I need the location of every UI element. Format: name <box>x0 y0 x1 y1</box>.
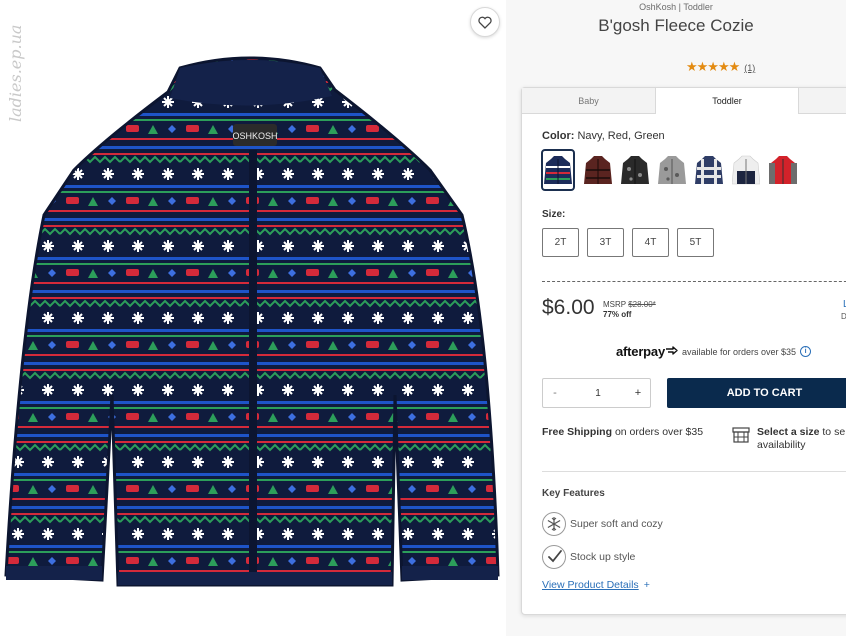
info-icon[interactable]: i <box>800 346 812 357</box>
selected-color-name: Navy, Red, Green <box>577 130 665 142</box>
product-title: B'gosh Fleece Cozie <box>598 16 754 35</box>
tab-next[interactable] <box>799 88 846 114</box>
msrp-label: MSRP <box>603 300 626 309</box>
key-features-heading: Key Features <box>542 488 605 499</box>
jacket-logo-label: OSHKOSH <box>232 131 277 141</box>
msrp-price: $28.00* <box>628 300 656 309</box>
jacket-thumbnail-icon <box>695 156 723 184</box>
shipping-info: Free Shipping on orders over $35 <box>542 426 703 438</box>
divider <box>542 281 846 282</box>
expand-plus-icon: + <box>643 579 650 591</box>
jacket-thumbnail-icon <box>658 156 686 184</box>
tab-baby[interactable]: Baby <box>522 88 655 114</box>
divider <box>542 471 846 472</box>
jacket-thumbnail-icon <box>732 155 760 185</box>
feature-text: Super soft and cozy <box>570 518 663 530</box>
discount-percent: 77% off <box>603 310 632 319</box>
quantity-stepper: - 1 + <box>542 378 651 408</box>
watermark-text: ladies.ep.ua <box>6 24 25 122</box>
size-5t-button[interactable]: 5T <box>677 228 714 257</box>
shipping-condition: on orders over $35 <box>614 426 704 438</box>
afterpay-arrows-icon <box>665 346 678 355</box>
current-price: $6.00 <box>542 296 595 319</box>
quantity-decrease-button[interactable]: - <box>543 379 567 407</box>
store-text-line2: availability <box>757 439 806 451</box>
free-shipping-label: Free Shipping <box>542 426 613 438</box>
swatch-black-print[interactable] <box>618 149 652 191</box>
jacket-thumbnail-icon <box>544 156 572 184</box>
brand-line: OshKosh | Toddler <box>639 2 713 12</box>
swatch-red-grey-colorblock[interactable] <box>766 149 800 191</box>
star-rating-icon: ★★★★★ <box>686 59 740 74</box>
swatch-burgundy-plaid[interactable] <box>581 149 615 191</box>
product-image[interactable]: OSHKOSH <box>0 0 506 636</box>
size-3t-button[interactable]: 3T <box>587 228 624 257</box>
details-link-label: View Product Details <box>542 579 639 591</box>
truncated-text: D <box>841 312 846 321</box>
afterpay-text: available for orders over $35 <box>681 346 797 357</box>
rating[interactable]: ★★★★★ (1) <box>686 59 755 75</box>
quantity-input[interactable]: 1 <box>573 379 623 407</box>
select-size-label: Select a size <box>757 426 820 438</box>
afterpay-logo: afterpay <box>616 344 665 359</box>
color-label-title: Color: <box>542 130 575 142</box>
add-to-cart-button[interactable]: ADD TO CART <box>667 378 846 408</box>
checkmark-icon <box>542 545 566 569</box>
jacket-thumbnail-icon <box>621 156 649 184</box>
swatch-grey-print[interactable] <box>655 149 689 191</box>
jacket-thumbnail-icon <box>769 156 797 184</box>
feature-text: Stock up style <box>570 551 636 563</box>
size-label: Size: <box>542 209 566 220</box>
favorite-button[interactable] <box>470 7 500 37</box>
store-text: to se <box>822 426 846 438</box>
feature-item: Stock up style <box>542 545 635 569</box>
review-count-link[interactable]: (1) <box>744 63 755 73</box>
afterpay-info: afterpay available for orders over $35 i <box>616 344 812 359</box>
store-availability[interactable]: Select a size to se availability <box>757 426 845 452</box>
msrp: MSRP $28.00* <box>603 300 656 310</box>
watermark: ladies.ep.ua <box>6 10 30 130</box>
store-icon <box>732 427 750 443</box>
product-options-card: Baby Toddler Color: Navy, Red, Green Siz… <box>521 87 846 615</box>
feature-item: Super soft and cozy <box>542 512 663 536</box>
size-range-tabs: Baby Toddler <box>522 88 846 114</box>
product-image-panel: OSHKOSH ladies.ep.ua <box>0 0 506 636</box>
heart-icon <box>478 16 492 29</box>
view-product-details-link[interactable]: View Product Details + <box>542 579 650 591</box>
swatch-navy-white-plaid[interactable] <box>692 149 726 191</box>
size-2t-button[interactable]: 2T <box>542 228 579 257</box>
swatch-navy-fair-isle[interactable] <box>541 149 575 191</box>
color-label: Color: Navy, Red, Green <box>542 130 665 142</box>
size-4t-button[interactable]: 4T <box>632 228 669 257</box>
jacket-thumbnail-icon <box>584 156 612 184</box>
tab-toddler[interactable]: Toddler <box>655 88 799 114</box>
swatch-navy-white-colorblock[interactable] <box>729 149 763 191</box>
quantity-increase-button[interactable]: + <box>626 379 650 407</box>
snowflake-icon <box>542 512 566 536</box>
